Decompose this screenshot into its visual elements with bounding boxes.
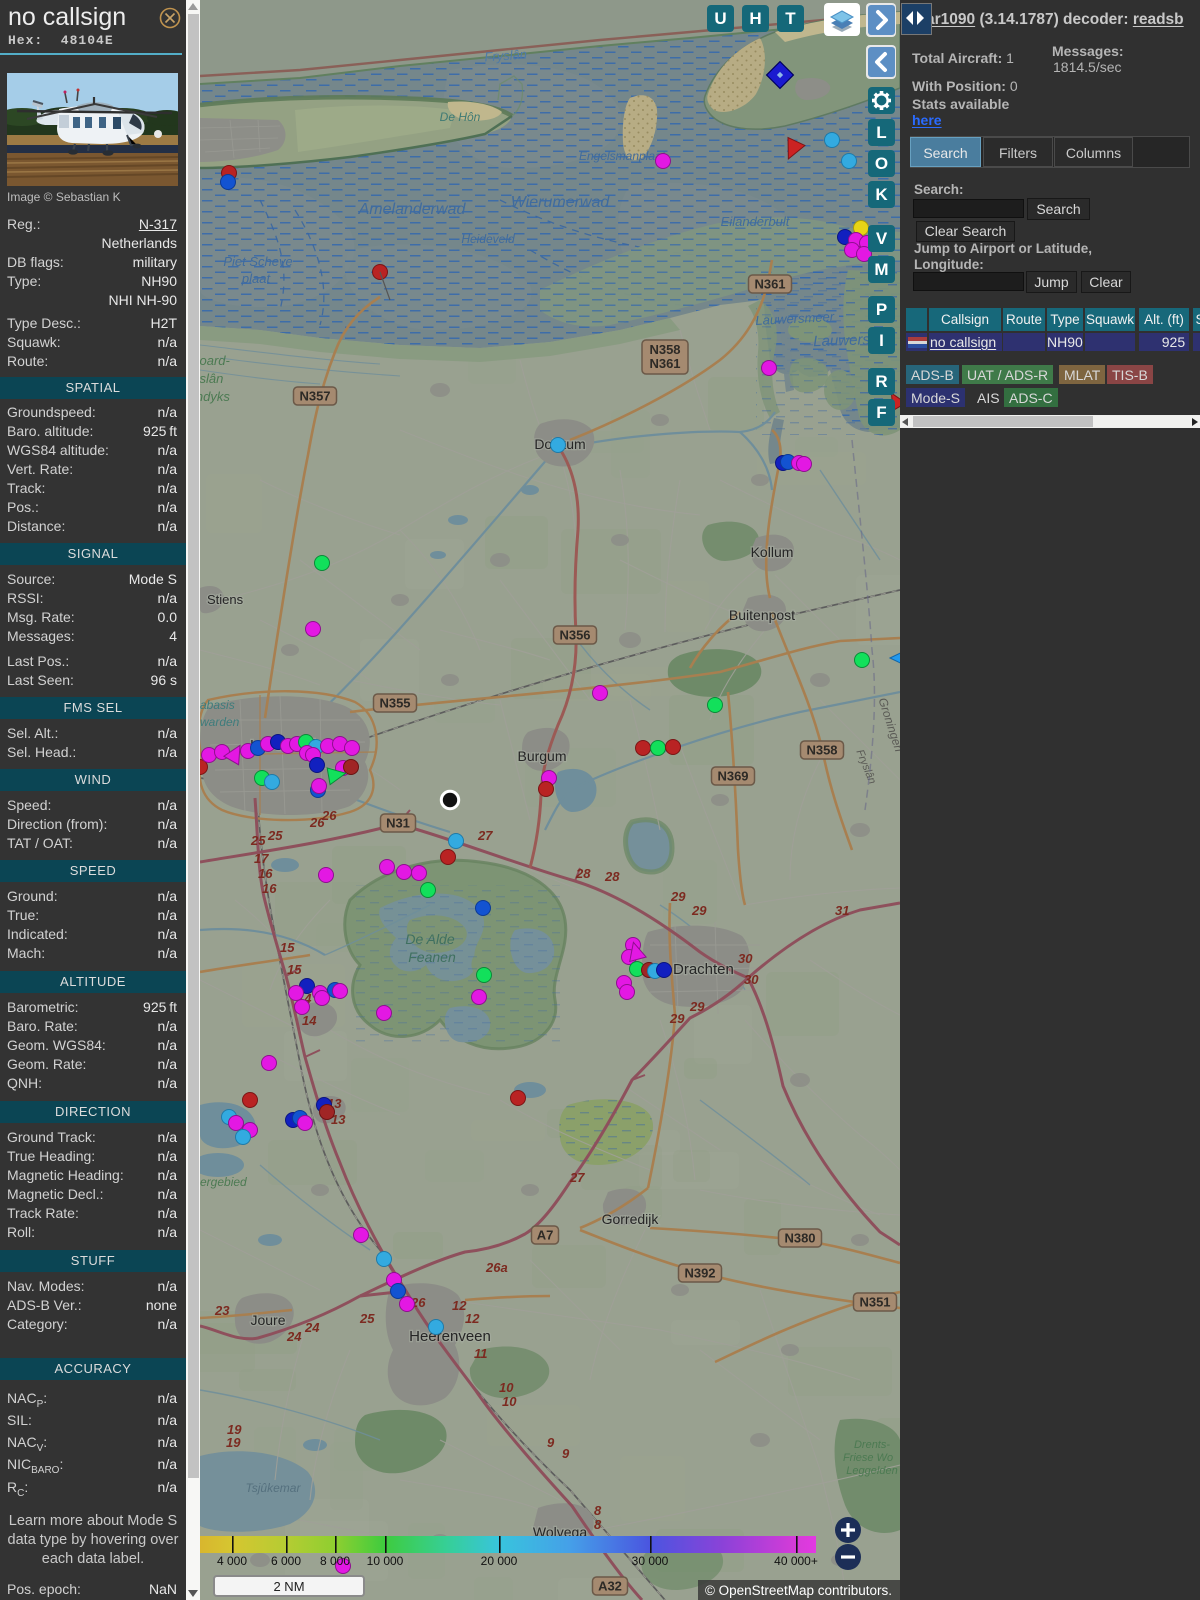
svg-text:Heerenveen: Heerenveen xyxy=(409,1328,491,1345)
svg-text:ergebied: ergebied xyxy=(200,1175,247,1189)
svg-text:N355: N355 xyxy=(379,696,410,711)
svg-text:14: 14 xyxy=(302,1013,317,1028)
svg-text:Tsjûkemar: Tsjûkemar xyxy=(246,1481,302,1495)
svg-text:25: 25 xyxy=(250,833,266,848)
svg-text:A7: A7 xyxy=(537,1228,554,1243)
svg-text:N351: N351 xyxy=(859,1295,890,1310)
svg-text:4 000: 4 000 xyxy=(217,1554,247,1568)
svg-text:Burgum: Burgum xyxy=(517,748,566,764)
svg-text:Feanen: Feanen xyxy=(408,949,456,965)
svg-text:N369: N369 xyxy=(717,769,748,784)
svg-text:De Alde: De Alde xyxy=(405,931,455,947)
svg-text:31: 31 xyxy=(835,903,849,918)
svg-text:N361: N361 xyxy=(754,277,785,292)
svg-text:17: 17 xyxy=(254,851,269,866)
svg-text:N357: N357 xyxy=(299,389,330,404)
svg-text:8 000: 8 000 xyxy=(320,1554,350,1568)
svg-text:20 000: 20 000 xyxy=(481,1554,518,1568)
svg-text:Piet Scheve: Piet Scheve xyxy=(223,254,292,269)
svg-text:N361: N361 xyxy=(649,356,680,371)
svg-text:Leggelden: Leggelden xyxy=(846,1465,897,1477)
svg-text:Amelanderwad: Amelanderwad xyxy=(358,201,467,218)
svg-text:N358: N358 xyxy=(649,342,680,357)
svg-text:plaat: plaat xyxy=(241,271,272,286)
svg-text:6 000: 6 000 xyxy=(271,1554,301,1568)
svg-text:10: 10 xyxy=(502,1394,517,1409)
svg-text:24: 24 xyxy=(286,1329,302,1344)
svg-text:25: 25 xyxy=(359,1311,375,1326)
svg-text:Buitenpost: Buitenpost xyxy=(729,607,795,623)
svg-text:Fryslân: Fryslân xyxy=(484,47,528,65)
svg-text:Eilanderbult: Eilanderbult xyxy=(721,214,791,229)
svg-text:19: 19 xyxy=(226,1435,241,1450)
svg-text:Wierumerwad: Wierumerwad xyxy=(511,194,611,211)
svg-text:N392: N392 xyxy=(684,1266,715,1281)
svg-text:Noard-: Noard- xyxy=(200,353,231,368)
svg-text:9: 9 xyxy=(547,1435,555,1450)
svg-text:26a: 26a xyxy=(485,1260,508,1275)
svg-text:15: 15 xyxy=(287,962,302,977)
svg-text:Gorredijk: Gorredijk xyxy=(602,1211,660,1227)
svg-text:Drachten: Drachten xyxy=(673,961,734,978)
svg-text:Heideveld: Heideveld xyxy=(461,232,515,246)
svg-text:abasis: abasis xyxy=(200,698,235,712)
svg-text:Friese Wo: Friese Wo xyxy=(843,1452,893,1464)
svg-text:Stiens: Stiens xyxy=(207,592,244,607)
svg-text:Joure: Joure xyxy=(250,1312,285,1328)
svg-text:10: 10 xyxy=(499,1380,514,1395)
svg-text:© OpenStreetMap contributors.: © OpenStreetMap contributors. xyxy=(705,1583,892,1598)
svg-text:28: 28 xyxy=(575,866,591,881)
svg-text:12: 12 xyxy=(465,1311,480,1326)
svg-text:9: 9 xyxy=(562,1446,570,1461)
svg-text:28: 28 xyxy=(604,869,620,884)
svg-text:23: 23 xyxy=(214,1303,230,1318)
svg-text:40 000+: 40 000+ xyxy=(774,1554,818,1568)
svg-text:Drents-: Drents- xyxy=(854,1439,890,1451)
svg-text:29: 29 xyxy=(669,1011,685,1026)
svg-text:29: 29 xyxy=(691,903,707,918)
svg-text:warden: warden xyxy=(200,715,240,729)
svg-text:30: 30 xyxy=(744,972,759,987)
svg-text:N380: N380 xyxy=(784,1231,815,1246)
svg-text:16: 16 xyxy=(262,881,277,896)
svg-text:25: 25 xyxy=(267,828,283,843)
svg-text:29: 29 xyxy=(670,889,686,904)
svg-text:De Hôn: De Hôn xyxy=(440,110,481,124)
svg-text:N358: N358 xyxy=(806,743,837,758)
svg-text:N31: N31 xyxy=(386,816,410,831)
svg-text:27: 27 xyxy=(569,1170,585,1185)
svg-text:30: 30 xyxy=(738,951,753,966)
svg-text:Fryslân: Fryslân xyxy=(200,371,223,386)
svg-text:2 NM: 2 NM xyxy=(273,1579,304,1594)
svg-text:itendyks: itendyks xyxy=(200,389,230,404)
svg-text:A32: A32 xyxy=(598,1579,622,1594)
svg-text:11: 11 xyxy=(474,1346,488,1361)
svg-text:8: 8 xyxy=(594,1503,602,1518)
svg-text:26: 26 xyxy=(321,808,337,823)
svg-text:Engelsmanplaat: Engelsmanplaat xyxy=(579,149,666,163)
svg-text:10 000: 10 000 xyxy=(367,1554,404,1568)
svg-text:30 000: 30 000 xyxy=(632,1554,669,1568)
svg-text:Kollum: Kollum xyxy=(751,544,794,560)
svg-text:29: 29 xyxy=(689,999,705,1014)
svg-text:N356: N356 xyxy=(559,628,590,643)
svg-text:27: 27 xyxy=(477,828,493,843)
svg-text:15: 15 xyxy=(280,940,295,955)
svg-text:16: 16 xyxy=(258,866,273,881)
svg-text:24: 24 xyxy=(304,1320,320,1335)
svg-text:8: 8 xyxy=(594,1517,602,1532)
